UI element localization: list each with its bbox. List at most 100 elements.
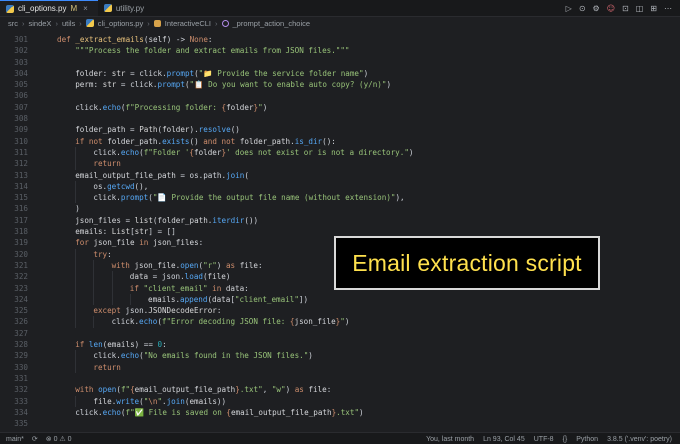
layout-icon[interactable]: ⊞ (650, 4, 657, 13)
code-editor[interactable]: 301 def _extract_emails(self) -> None: 302… (0, 34, 680, 432)
code-line[interactable]: 332 with open(f"{email_output_file_path}.… (0, 384, 680, 395)
code-line[interactable]: 309 folder_path = Path(folder).resolve() (0, 124, 680, 135)
line-number: 331 (14, 373, 28, 383)
code-line[interactable]: 304 folder: str = click.prompt("📁 Provide… (0, 68, 680, 79)
indent-guide (93, 282, 95, 294)
code-line[interactable]: 325 except json.JSONDecodeError: (0, 305, 680, 317)
tab-label: utility.py (115, 3, 145, 13)
settings-icon[interactable]: ⚙ (593, 4, 600, 13)
breadcrumb-item[interactable]: _prompt_action_choice (233, 19, 311, 28)
indent-guide (93, 316, 95, 328)
breadcrumb-item[interactable]: InteractiveCLI (165, 19, 211, 28)
code-text: def _extract_emails(self) -> None: (57, 35, 213, 44)
code-line[interactable]: 331 (0, 373, 680, 384)
code-text: os.getcwd(), (93, 181, 149, 191)
chevron-right-icon: › (79, 18, 82, 28)
code-line[interactable]: 334 click.echo(f"✅ File is saved on {emai… (0, 407, 680, 418)
python-file-icon (85, 19, 94, 27)
code-line[interactable]: 314 os.getcwd(), (0, 180, 680, 193)
code-line[interactable]: 317 json_files = list(folder_path.iterdir… (0, 215, 680, 226)
indent-guide (111, 282, 113, 294)
code-line[interactable]: 324 emails.append(data["client_email"]) (0, 293, 680, 306)
sync-icon[interactable]: ⟳ (32, 435, 38, 443)
code-line[interactable]: 310 if not folder_path.exists() and not f… (0, 136, 680, 147)
line-number: 320 (14, 249, 28, 259)
breadcrumb-item[interactable]: src (8, 19, 18, 28)
line-number: 328 (14, 340, 28, 350)
indent-guide (111, 293, 113, 306)
indent-guide (75, 316, 77, 328)
line-number: 324 (14, 294, 28, 304)
breadcrumb-item[interactable]: sindeX (29, 19, 52, 28)
line-number: 327 (14, 328, 28, 338)
code-line[interactable]: 303 (0, 57, 680, 68)
chevron-right-icon: › (215, 18, 218, 28)
code-text: click.echo(f"✅ File is saved on {email_o… (75, 407, 364, 417)
split-editor-icon[interactable]: ◫ (636, 4, 644, 13)
editor-window: cli_options.py M × utility.py ▷ ⊙ ⚙ ☺ ⊡ … (0, 0, 680, 444)
code-text: click.echo("No emails found in the JSON … (93, 351, 313, 361)
git-branch[interactable]: main* (6, 436, 24, 443)
indent-guide (75, 361, 77, 373)
close-icon[interactable]: × (83, 4, 88, 13)
code-line[interactable]: 308 (0, 113, 680, 124)
code-line[interactable]: 312 return (0, 158, 680, 170)
breadcrumb: src › sindeX › utils › cli_options.py › … (0, 17, 680, 29)
code-line[interactable]: 327 (0, 328, 680, 339)
code-line[interactable]: 329 click.echo("No emails found in the JS… (0, 350, 680, 362)
indent-guide (93, 259, 95, 272)
indent-guide (75, 248, 77, 260)
breadcrumb-item[interactable]: utils (62, 19, 75, 28)
code-line[interactable]: 316) (0, 203, 680, 214)
file-encoding[interactable]: UTF-8 (534, 436, 554, 443)
code-line[interactable]: 311 click.echo(f"Folder '{folder}' does n… (0, 146, 680, 159)
line-number: 313 (14, 170, 28, 180)
code-text: perm: str = click.prompt("📋 Do you want … (75, 80, 392, 90)
problems-indicator[interactable]: ⊗ 0 ⚠ 0 (46, 435, 72, 443)
caption-callout: Email extraction script (334, 236, 600, 290)
python-file-icon (103, 4, 112, 12)
git-blame[interactable]: You, last month (426, 436, 474, 443)
code-text: click.echo(f"Folder '{folder}' does not … (93, 147, 414, 157)
language-braces-icon[interactable]: {} (563, 436, 568, 443)
cursor-position[interactable]: Ln 93, Col 45 (483, 436, 525, 443)
line-number: 332 (14, 385, 28, 395)
code-text: with open(f"{email_output_file_path}.txt… (75, 385, 332, 395)
code-line[interactable]: 313 email_output_file_path = os.path.join… (0, 170, 680, 181)
code-line[interactable]: 306 (0, 90, 680, 101)
python-interpreter[interactable]: 3.8.5 ('.venv': poetry) (607, 436, 672, 443)
line-number: 317 (14, 215, 28, 225)
line-number: 303 (14, 57, 28, 67)
line-number: 302 (14, 46, 28, 56)
code-line[interactable]: 326 click.echo(f"Error decoding JSON file… (0, 316, 680, 328)
debug-icon[interactable]: ⊙ (579, 4, 586, 13)
code-line[interactable]: 330 return (0, 361, 680, 373)
tab-utility[interactable]: utility.py (98, 0, 154, 16)
code-text: except json.JSONDecodeError: (93, 306, 222, 316)
code-line[interactable]: 305 perm: str = click.prompt("📋 Do you wa… (0, 79, 680, 90)
code-line[interactable]: 315 click.prompt("📄 Provide the output fi… (0, 192, 680, 204)
indent-guide (75, 146, 77, 159)
caption-text: Email extraction script (352, 249, 582, 276)
indent-guide (75, 293, 77, 306)
code-text: json_files = list(folder_path.iterdir()) (75, 215, 259, 225)
method-icon (221, 19, 229, 27)
code-line[interactable]: 301 def _extract_emails(self) -> None: (0, 34, 680, 45)
code-text: for json_file in json_files: (75, 238, 204, 248)
copilot-icon[interactable]: ☺ (607, 4, 615, 13)
code-line[interactable]: 307 click.echo(f"Processing folder: {fold… (0, 102, 680, 113)
breadcrumb-item[interactable]: cli_options.py (98, 19, 143, 28)
language-mode[interactable]: Python (576, 436, 598, 443)
code-line[interactable]: 302 """Process the folder and extract ema… (0, 45, 680, 56)
run-icon[interactable]: ▷ (566, 4, 572, 13)
open-changes-icon[interactable]: ⊡ (622, 4, 629, 13)
code-line[interactable]: 335 (0, 418, 680, 429)
more-actions-icon[interactable]: ⋯ (664, 4, 672, 13)
line-number: 334 (14, 407, 28, 417)
tab-label: cli_options.py (18, 4, 67, 13)
code-line[interactable]: 328 if len(emails) == 0: (0, 339, 680, 350)
indent-guide (75, 192, 77, 204)
code-text: click.echo(f"Processing folder: {folder}… (75, 102, 268, 112)
code-line[interactable]: 333 file.write("\n".join(emails)) (0, 395, 680, 407)
tab-cli-options[interactable]: cli_options.py M × (0, 0, 98, 16)
